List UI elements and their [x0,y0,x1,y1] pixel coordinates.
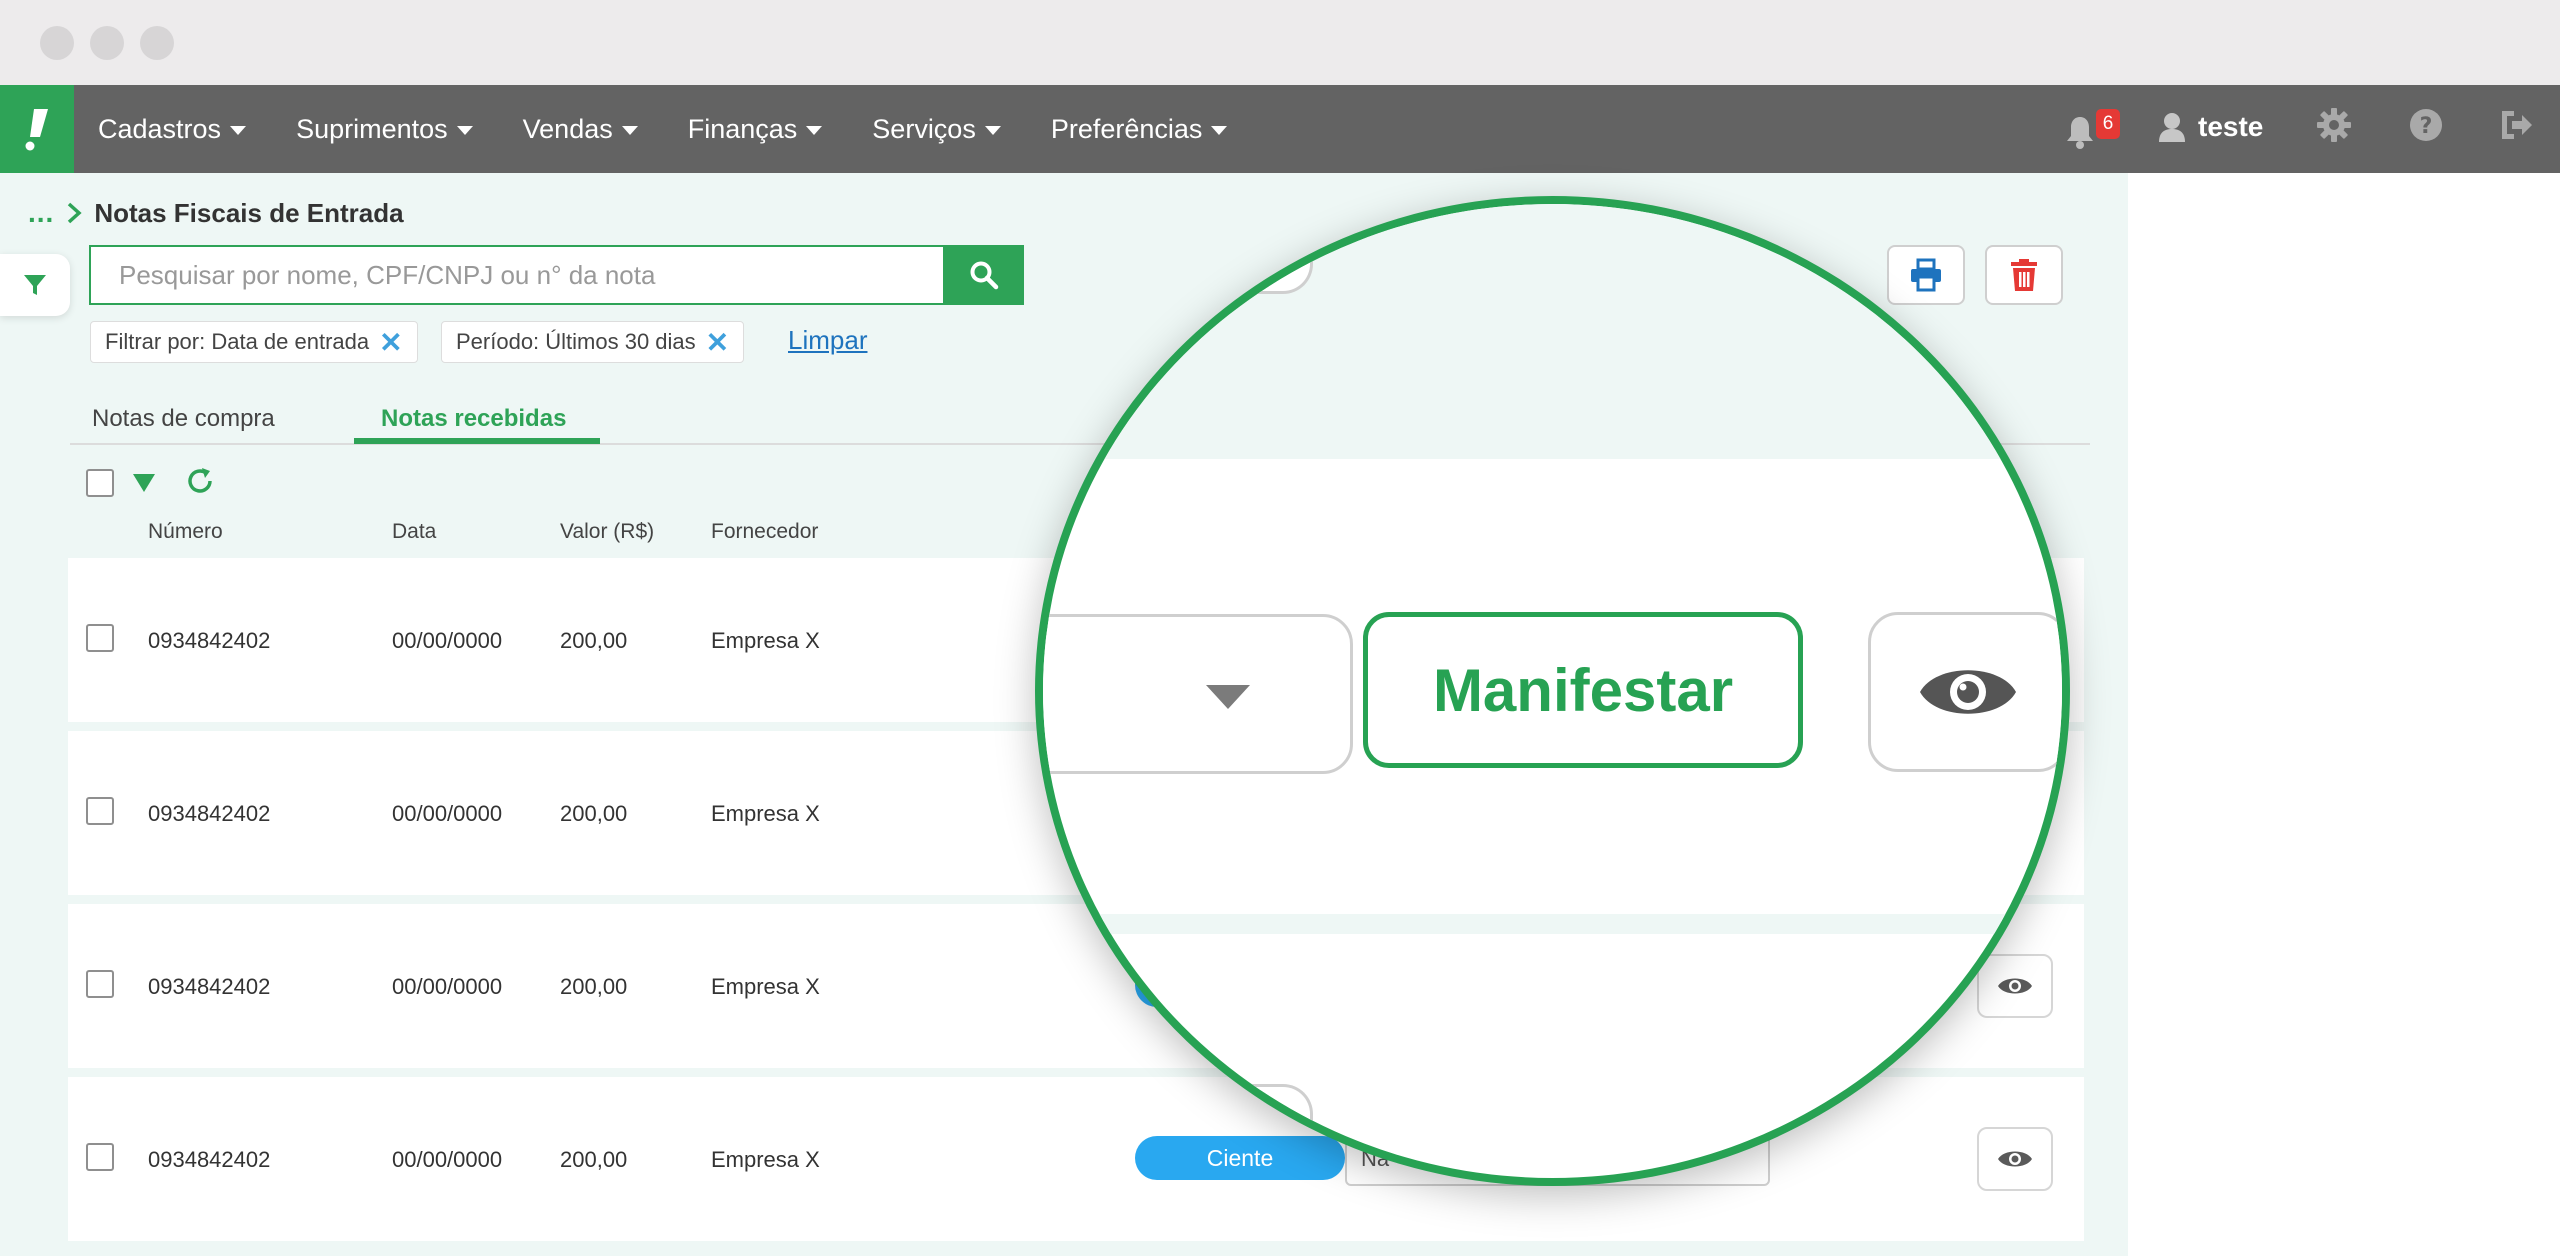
logout-icon [2502,111,2532,139]
clear-filters-link[interactable]: Limpar [788,325,867,356]
col-header-data[interactable]: Data [392,520,436,544]
select-all-checkbox[interactable] [86,469,114,497]
menu-preferencias[interactable]: Preferências [1051,114,1228,145]
cell-fornecedor: Empresa X [711,801,820,826]
cell-numero: 0934842402 [148,801,271,826]
menu-label: Finanças [687,113,798,144]
menu-servicos[interactable]: Serviços [872,114,1001,145]
magnifier-band [1043,914,2062,934]
menu-label: Cadastros [98,113,222,144]
cell-fornecedor: Empresa X [711,1147,820,1172]
caret-down-icon [984,126,1001,135]
eye-icon [1920,670,2016,714]
filter-toggle-button[interactable] [0,254,70,316]
col-header-numero[interactable]: Número [148,520,223,544]
help-button[interactable]: ? [2408,107,2448,147]
filter-chip-label: Filtrar por: Data de entrada [105,329,370,354]
cell-fornecedor: Empresa X [711,974,820,999]
menu-label: Serviços [872,113,976,144]
window-maximize-dot[interactable] [140,26,174,60]
active-tab-indicator [354,438,600,444]
row-checkbox[interactable] [86,797,114,825]
bell-icon [2067,117,2093,149]
page-title: Notas Fiscais de Entrada [94,197,404,228]
row-checkbox[interactable] [86,624,114,652]
menu-vendas[interactable]: Vendas [523,114,638,145]
main-menu: Cadastros Suprimentos Vendas Finanças Se… [98,85,1277,173]
window-minimize-dot[interactable] [90,26,124,60]
filter-chip-date: Filtrar por: Data de entrada ✕ [90,321,418,363]
help-icon: ? [2410,109,2442,141]
cell-valor: 200,00 [560,974,628,999]
magnifier-callout: Manifestar [1035,196,2070,1186]
cell-data: 00/00/0000 [392,628,503,653]
logout-button[interactable] [2498,107,2538,147]
app-logo[interactable] [0,85,74,173]
svg-text:?: ? [2420,114,2433,139]
filter-icon [24,275,46,295]
cell-valor: 200,00 [560,1147,628,1172]
cell-numero: 0934842402 [148,628,271,653]
magnified-select-edge [1143,204,1313,294]
cell-data: 00/00/0000 [392,1147,503,1172]
tab-notas-compra[interactable]: Notas de compra [92,405,275,433]
magnified-select-edge [1143,1084,1313,1178]
notification-badge: 6 [2096,109,2120,139]
view-button[interactable] [1977,1127,2053,1191]
browser-chrome [0,0,2560,85]
search-button[interactable] [944,245,1024,305]
chevron-right-icon [68,202,82,224]
cell-numero: 0934842402 [148,1147,271,1172]
manifest-button[interactable]: Manifestar [1363,612,1803,768]
eye-icon [1998,1151,2032,1167]
row-checkbox[interactable] [86,1143,114,1171]
cell-data: 00/00/0000 [392,801,503,826]
cell-numero: 0934842402 [148,974,271,999]
breadcrumb: ... Notas Fiscais de Entrada [28,197,404,229]
close-icon[interactable]: ✕ [706,326,729,359]
username: teste [2198,111,2264,142]
user-menu[interactable]: teste [2158,111,2263,143]
col-header-valor[interactable]: Valor (R$) [560,520,654,544]
caret-down-icon [1211,126,1228,135]
cell-valor: 200,00 [560,628,628,653]
user-icon [2159,113,2185,142]
cell-data: 00/00/0000 [392,974,503,999]
top-navbar: Cadastros Suprimentos Vendas Finanças Se… [0,85,2560,173]
gear-icon [2317,108,2351,142]
breadcrumb-more[interactable]: ... [28,197,54,229]
caret-down-icon [806,126,823,135]
filter-chip-period: Período: Últimos 30 dias ✕ [441,321,745,363]
caret-down-icon [456,126,473,135]
caret-down-icon [1206,685,1250,709]
caret-down-icon [621,126,638,135]
search-placeholder: Pesquisar por nome, CPF/CNPJ ou n° da no… [119,259,656,290]
menu-cadastros[interactable]: Cadastros [98,113,247,145]
magnified-view-button[interactable] [1868,612,2062,772]
close-icon[interactable]: ✕ [379,326,402,359]
filter-chip-label: Período: Últimos 30 dias [456,329,696,354]
cell-fornecedor: Empresa X [711,628,820,653]
menu-suprimentos[interactable]: Suprimentos [296,114,473,145]
window-close-dot[interactable] [40,26,74,60]
search-input[interactable]: Pesquisar por nome, CPF/CNPJ ou n° da no… [89,245,945,305]
menu-label: Vendas [522,113,613,144]
logo-icon [25,109,48,151]
row-checkbox[interactable] [86,970,114,998]
settings-button[interactable] [2316,107,2356,147]
caret-down-icon [230,126,247,135]
tab-notas-recebidas[interactable]: Notas recebidas [381,405,566,433]
col-header-fornecedor[interactable]: Fornecedor [711,520,818,544]
eye-icon [1998,978,2032,994]
refresh-icon[interactable] [184,465,216,497]
cell-valor: 200,00 [560,801,628,826]
magnified-select[interactable] [1043,614,1353,774]
caret-down-icon[interactable] [131,472,157,494]
menu-label: Suprimentos [296,113,448,144]
search-icon [970,261,999,290]
menu-financas[interactable]: Finanças [688,114,823,145]
menu-label: Preferências [1050,113,1203,144]
view-button[interactable] [1977,954,2053,1018]
